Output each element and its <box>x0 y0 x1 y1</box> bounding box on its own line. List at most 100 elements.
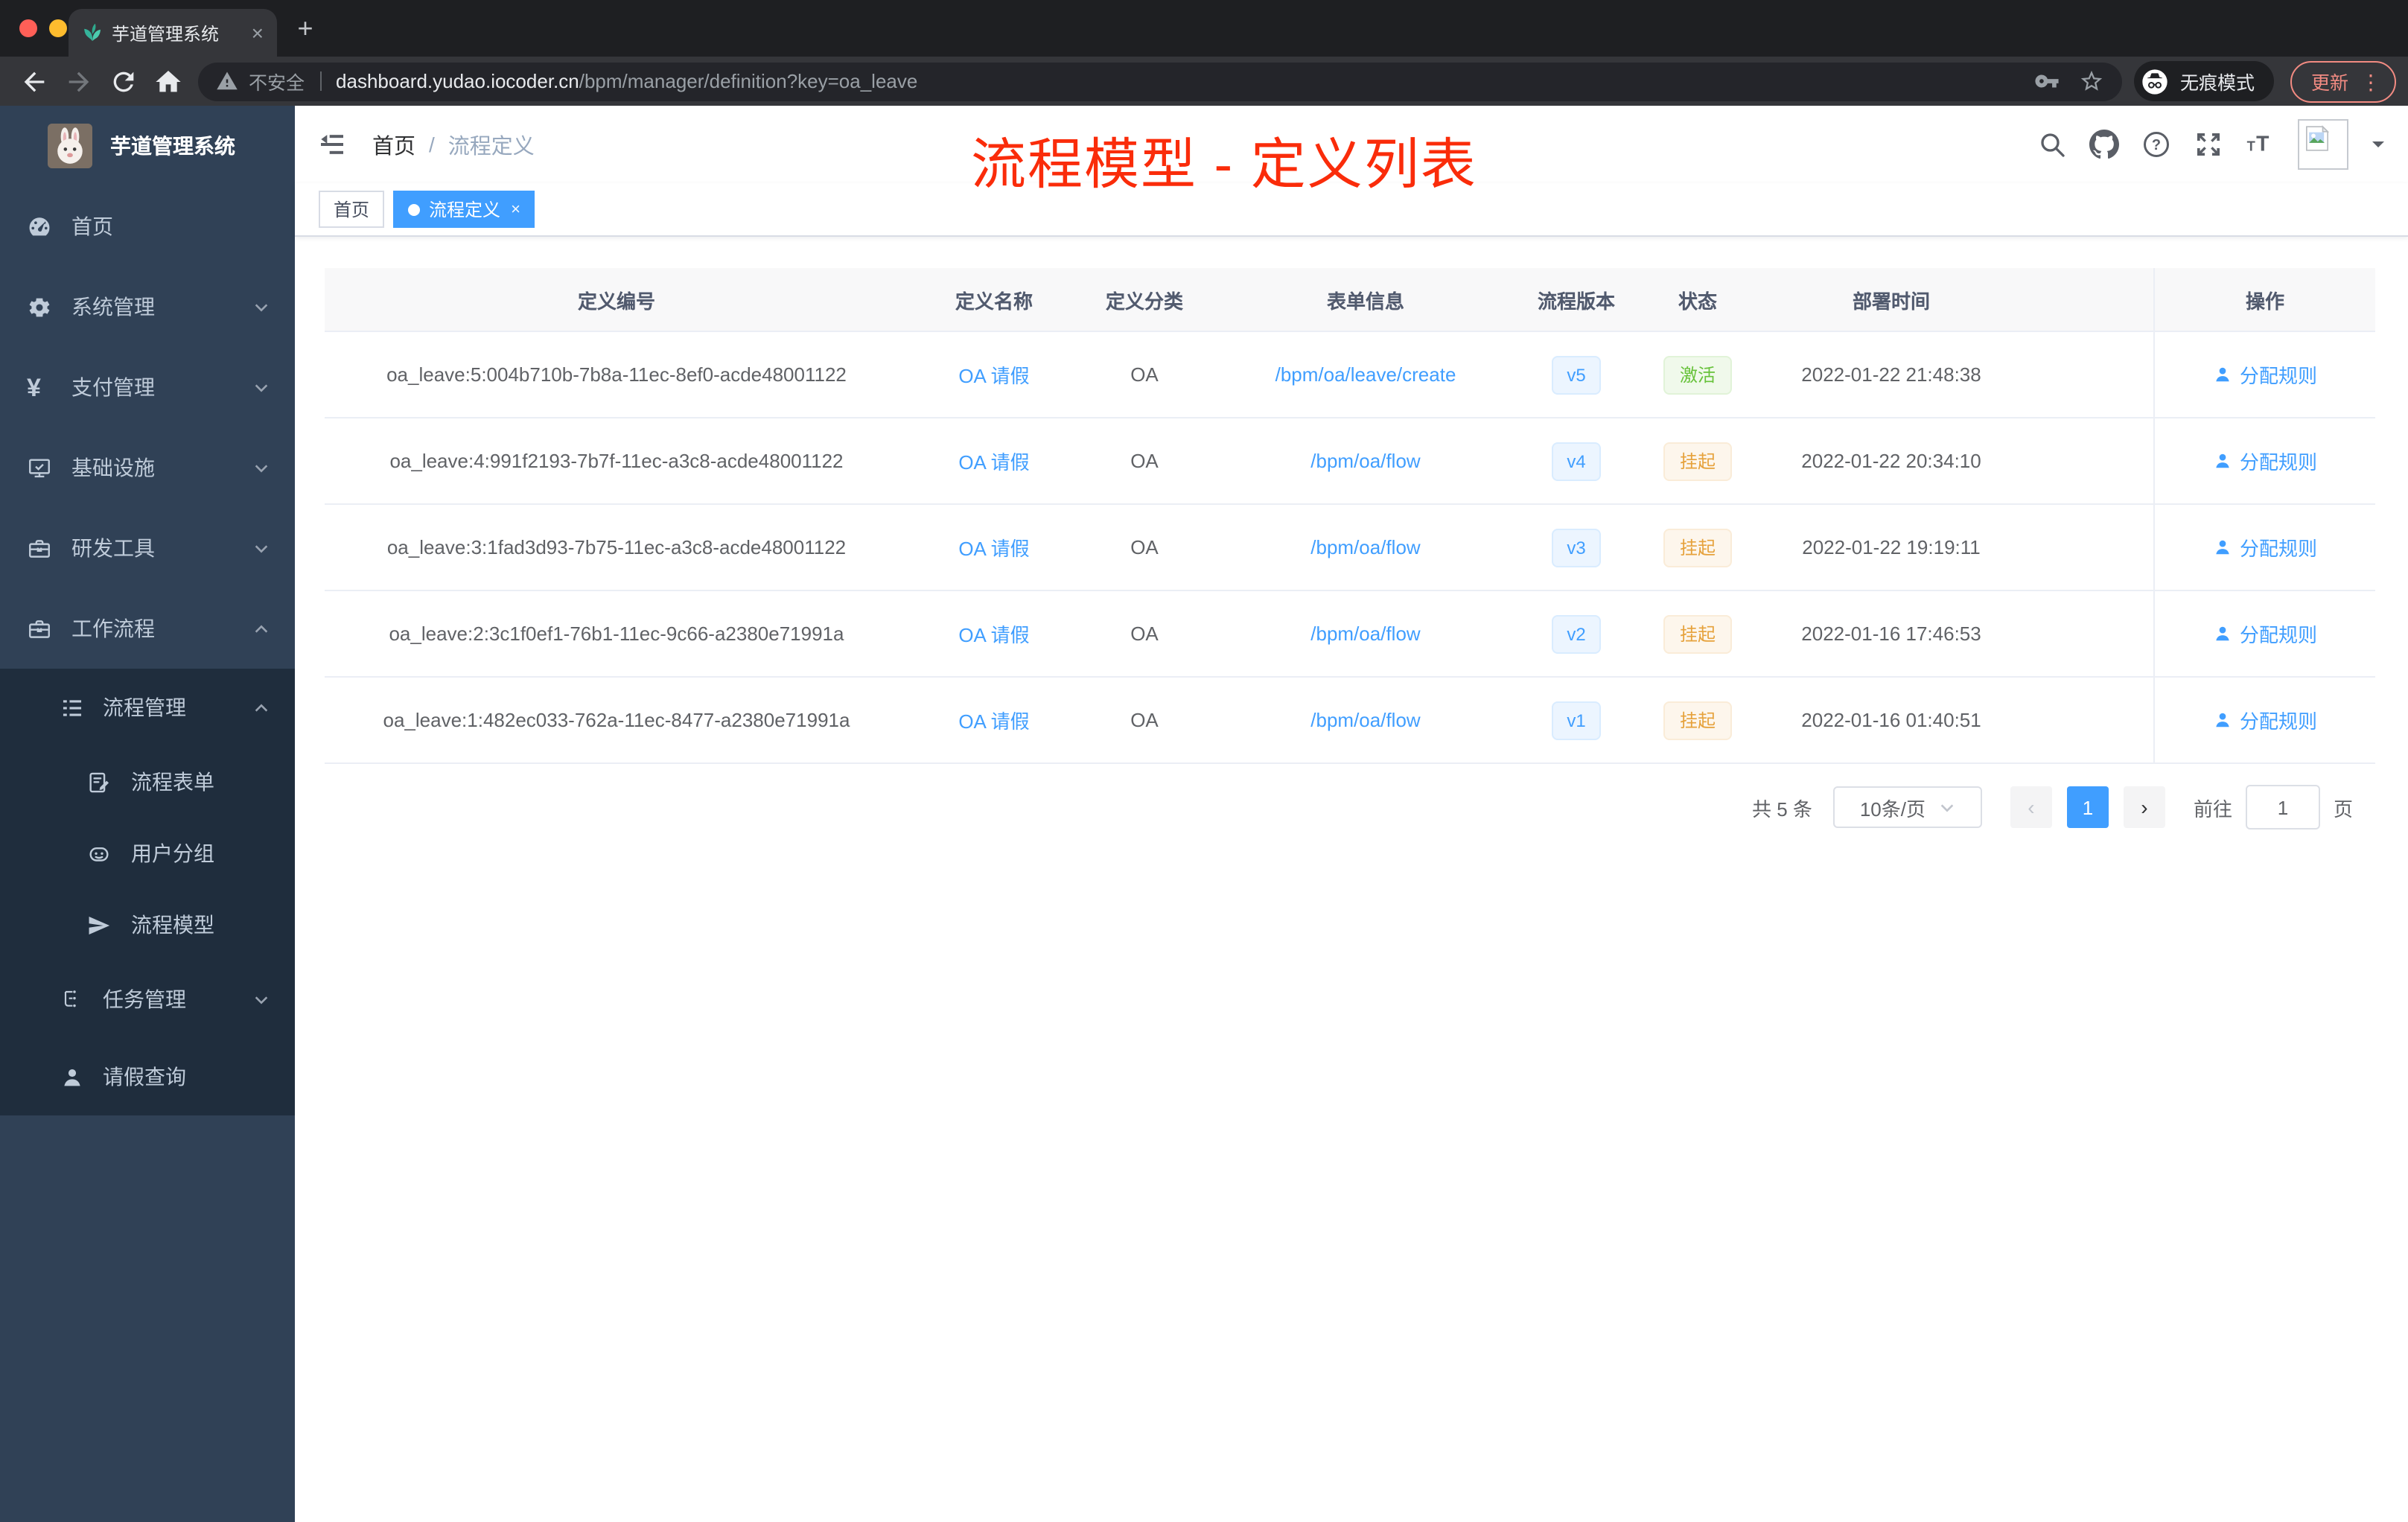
cell-version: v3 <box>1522 505 1631 590</box>
sidebar-item-home[interactable]: 首页 <box>0 186 295 267</box>
sidebar-item-payment-mgmt[interactable]: ¥ 支付管理 <box>0 347 295 427</box>
hamburger-icon[interactable] <box>317 130 347 159</box>
form-link[interactable]: /bpm/oa/leave/create <box>1275 363 1456 386</box>
form-link[interactable]: /bpm/oa/flow <box>1310 536 1420 558</box>
version-badge[interactable]: v1 <box>1552 701 1601 739</box>
tag-process-definition[interactable]: 流程定义 × <box>393 191 535 228</box>
key-icon[interactable] <box>2034 69 2060 94</box>
sidebar-item-process-form[interactable]: 流程表单 <box>0 746 295 818</box>
cell-deployed_at: 2022-01-22 19:19:11 <box>1802 536 1981 558</box>
cell-version: v4 <box>1522 418 1631 503</box>
sidebar-item-dev-tools[interactable]: 研发工具 <box>0 508 295 588</box>
dashboard-icon <box>27 214 52 239</box>
back-icon[interactable] <box>19 66 49 96</box>
assign-rule-link[interactable]: 分配规则 <box>2213 706 2317 734</box>
github-icon[interactable] <box>2089 130 2119 159</box>
cell-id: oa_leave:1:482ec033-762a-11ec-8477-a2380… <box>383 709 850 731</box>
page-1-button[interactable]: 1 <box>2066 786 2109 828</box>
table-body: oa_leave:5:004b710b-7b8a-11ec-8ef0-acde4… <box>325 332 2375 764</box>
app-title: 芋道管理系统 <box>110 134 235 158</box>
fullscreen-icon[interactable] <box>2194 130 2223 159</box>
cell-action: 分配规则 <box>2153 418 2375 503</box>
sidebar-item-label: 流程管理 <box>103 695 186 719</box>
sidebar-item-label: 任务管理 <box>103 987 186 1011</box>
version-badge[interactable]: v4 <box>1552 442 1601 480</box>
minimize-window-button[interactable] <box>49 19 67 37</box>
name-link[interactable]: OA 请假 <box>958 706 1029 734</box>
font-size-icon[interactable]: TT <box>2246 130 2275 159</box>
name-link[interactable]: OA 请假 <box>958 533 1029 561</box>
cell-id: oa_leave:3:1fad3d93-7b75-11ec-a3c8-acde4… <box>386 536 847 558</box>
assign-rule-link[interactable]: 分配规则 <box>2213 447 2317 475</box>
form-link[interactable]: /bpm/oa/flow <box>1310 450 1420 472</box>
close-window-button[interactable] <box>19 19 37 37</box>
cell-name-link: OA 请假 <box>908 505 1080 590</box>
cell-name-link: OA 请假 <box>908 591 1080 676</box>
sidebar-item-task-mgmt[interactable]: 任务管理 <box>0 961 295 1038</box>
help-icon[interactable]: ? <box>2141 130 2171 159</box>
forward-icon[interactable] <box>64 66 94 96</box>
avatar[interactable] <box>2298 119 2348 170</box>
table-row: oa_leave:2:3c1f0ef1-76b1-11ec-9c66-a2380… <box>325 591 2375 678</box>
assign-rule-link[interactable]: 分配规则 <box>2213 533 2317 561</box>
form-link[interactable]: /bpm/oa/flow <box>1310 623 1420 645</box>
version-badge[interactable]: v3 <box>1552 528 1601 567</box>
assign-rule-link[interactable]: 分配规则 <box>2213 360 2317 389</box>
sidebar-item-system-mgmt[interactable]: 系统管理 <box>0 267 295 347</box>
status-badge: 挂起 <box>1663 701 1732 739</box>
form-link[interactable]: /bpm/oa/flow <box>1310 709 1420 731</box>
url-host: dashboard.yudao.iocoder.cn <box>336 70 579 92</box>
sidebar-item-label: 流程模型 <box>131 913 214 937</box>
sidebar-item-user-group[interactable]: 用户分组 <box>0 818 295 889</box>
user-solid-icon <box>2213 451 2232 471</box>
table-header-cell: 表单信息 <box>1326 290 1404 312</box>
incognito-label: 无痕模式 <box>2179 73 2255 94</box>
name-link[interactable]: OA 请假 <box>958 447 1029 475</box>
cell-action: 分配规则 <box>2153 678 2375 762</box>
cell-version: v1 <box>1522 678 1631 762</box>
chevron-down-icon[interactable] <box>2371 137 2386 152</box>
breadcrumb-home[interactable]: 首页 <box>372 129 415 160</box>
cell-deployed_at: 2022-01-16 01:40:51 <box>1801 709 1981 731</box>
sidebar-item-label: 用户分组 <box>131 841 214 865</box>
reload-icon[interactable] <box>109 66 138 96</box>
assign-rule-label: 分配规则 <box>2239 624 2317 646</box>
tab-close-icon[interactable]: × <box>252 22 264 43</box>
sidebar-item-process-model[interactable]: 流程模型 <box>0 889 295 961</box>
sidebar-item-infrastructure[interactable]: 基础设施 <box>0 427 295 508</box>
table-header-cell: 操作 <box>2153 268 2375 331</box>
update-button[interactable]: 更新 ⋮ <box>2290 60 2396 102</box>
version-badge[interactable]: v2 <box>1552 614 1601 653</box>
browser-tab[interactable]: 芋道管理系统 × <box>69 9 277 57</box>
cell-id: oa_leave:2:3c1f0ef1-76b1-11ec-9c66-a2380… <box>389 623 844 645</box>
browser-menu-dots-icon[interactable]: ⋮ <box>2360 71 2381 92</box>
name-link[interactable]: OA 请假 <box>958 360 1029 389</box>
home-icon[interactable] <box>153 66 183 96</box>
assign-rule-link[interactable]: 分配规则 <box>2213 620 2317 648</box>
prev-page-button[interactable]: ‹ <box>2010 786 2052 828</box>
bookmark-star-icon[interactable] <box>2079 69 2104 94</box>
incognito-badge: 无痕模式 <box>2133 61 2274 101</box>
page-unit-label: 页 <box>2333 797 2353 820</box>
robot-icon <box>86 841 112 866</box>
version-badge[interactable]: v5 <box>1552 355 1601 394</box>
chevron-up-icon <box>253 699 270 716</box>
cell-form-link: /bpm/oa/flow <box>1209 418 1522 503</box>
search-icon[interactable] <box>2037 130 2067 159</box>
goto-page-input[interactable] <box>2245 785 2320 830</box>
next-page-button[interactable]: › <box>2123 786 2165 828</box>
tag-close-icon[interactable]: × <box>511 200 520 218</box>
tag-home[interactable]: 首页 <box>319 191 385 228</box>
gear-icon <box>27 294 52 319</box>
sidebar-item-leave-query[interactable]: 请假查询 <box>0 1038 295 1115</box>
new-tab-button[interactable]: + <box>289 12 322 45</box>
address-bar[interactable]: 不安全 dashboard.yudao.iocoder.cn /bpm/mana… <box>198 62 2122 101</box>
name-link[interactable]: OA 请假 <box>958 620 1029 648</box>
cell-status: 挂起 <box>1631 678 1765 762</box>
chevron-down-icon <box>1940 803 1954 812</box>
sidebar-item-workflow[interactable]: 工作流程 <box>0 588 295 669</box>
annotation-title: 流程模型 - 定义列表 <box>971 134 1477 195</box>
tree-icon <box>60 987 83 1011</box>
sidebar-item-process-mgmt[interactable]: 流程管理 <box>0 669 295 746</box>
page-size-select[interactable]: 10条/页 <box>1832 786 1982 828</box>
